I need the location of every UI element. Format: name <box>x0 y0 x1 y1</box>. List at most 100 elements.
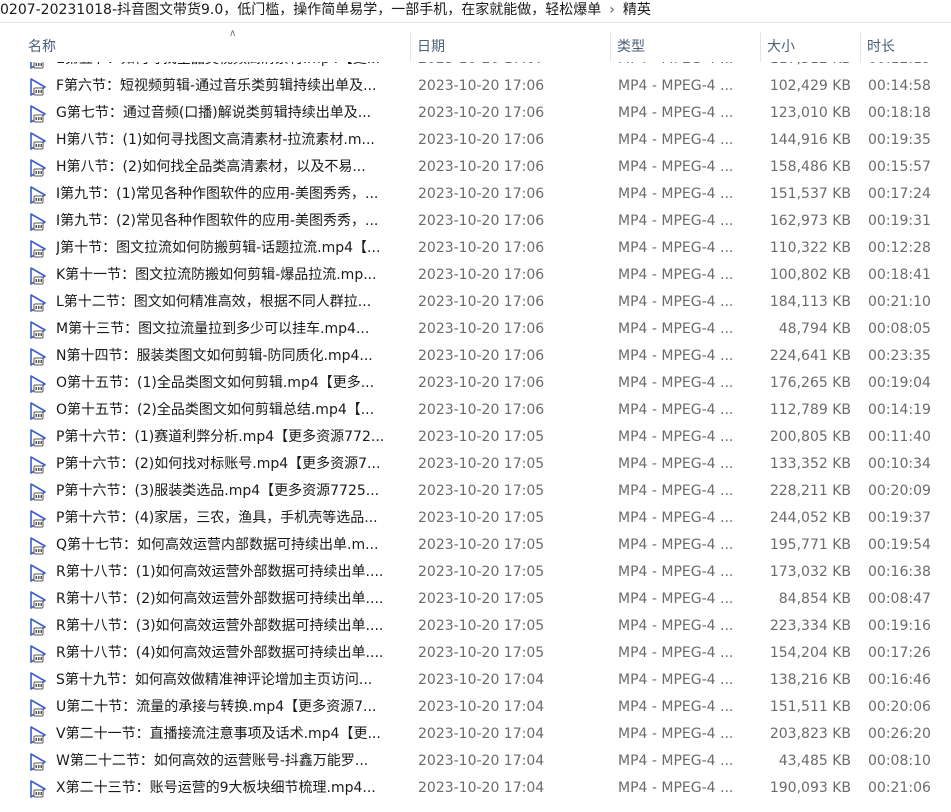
file-row[interactable]: H第八节：(1)如何寻找图文高清素材-拉流素材.m... 2023-10-20 1… <box>0 127 951 154</box>
file-row[interactable]: X第二十三节：账号运营的9大板块细节梳理.mp4... 2023-10-20 17… <box>0 775 951 802</box>
column-header-size[interactable]: 大小 <box>761 32 861 62</box>
file-row[interactable]: W第二十二节：如何高效的运营账号-抖鑫万能罗... 2023-10-20 17:0… <box>0 748 951 775</box>
file-date: 2023-10-20 17:06 <box>418 213 545 229</box>
breadcrumb-folder[interactable]: 0207-20231018-抖音图文带货9.0，低门槛，操作简单易学，一部手机，… <box>0 2 601 18</box>
file-row[interactable]: O第十五节：(1)全品类图文如何剪辑.mp4【更多... 2023-10-20 1… <box>0 370 951 397</box>
file-duration: 00:19:35 <box>868 132 931 148</box>
file-date: 2023-10-20 17:06 <box>418 186 545 202</box>
file-row[interactable]: Q第十七节：如何高效运营内部数据可持续出单.m... 2023-10-20 17:… <box>0 532 951 559</box>
file-row[interactable]: L第十二节：图文如何精准高效，根据不同人群拉... 2023-10-20 17:0… <box>0 289 951 316</box>
file-duration: 00:11:40 <box>868 429 931 445</box>
file-duration: 00:20:06 <box>868 699 931 715</box>
file-size: 203,823 KB <box>769 726 851 742</box>
file-size: 151,511 KB <box>769 699 851 715</box>
file-row[interactable]: R第十八节：(4)如何高效运营外部数据可持续出单.... 2023-10-20 1… <box>0 640 951 667</box>
file-name: R第十八节：(1)如何高效运营外部数据可持续出单.... <box>56 564 384 580</box>
file-row[interactable]: R第十八节：(1)如何高效运营外部数据可持续出单.... 2023-10-20 1… <box>0 559 951 586</box>
file-row[interactable]: E第五节：如何寻找全品类视频高清素材.mp4【更... 2023-10-20 17… <box>0 62 951 73</box>
file-date: 2023-10-20 17:05 <box>418 618 545 634</box>
video-file-icon <box>29 510 47 528</box>
column-header-name[interactable]: ∧ 名称 <box>22 28 411 62</box>
file-duration: 00:21:10 <box>868 294 931 310</box>
video-file-icon <box>29 699 47 717</box>
file-duration: 00:19:37 <box>868 510 931 526</box>
file-name: F第六节：短视频剪辑-通过音乐类剪辑持续出单及... <box>56 78 377 94</box>
file-date: 2023-10-20 17:06 <box>418 267 545 283</box>
file-size: 154,204 KB <box>769 645 851 661</box>
file-type: MP4 - MPEG-4 ... <box>618 402 734 418</box>
file-duration: 00:18:18 <box>868 105 931 121</box>
file-date: 2023-10-20 17:05 <box>418 591 545 607</box>
file-type: MP4 - MPEG-4 ... <box>618 726 734 742</box>
file-row[interactable]: V第二十一节：直播接流注意事项及话术.mp4【更... 2023-10-20 17… <box>0 721 951 748</box>
file-size: 84,854 KB <box>778 591 851 607</box>
file-name: I第九节：(1)常见各种作图软件的应用-美图秀秀，... <box>56 186 379 202</box>
file-type: MP4 - MPEG-4 ... <box>618 375 734 391</box>
column-header-duration[interactable]: 时长 <box>861 32 951 62</box>
file-duration: 00:19:54 <box>868 537 931 553</box>
file-date: 2023-10-20 17:05 <box>418 510 545 526</box>
video-file-icon <box>29 780 47 798</box>
file-type: MP4 - MPEG-4 ... <box>618 672 734 688</box>
file-date: 2023-10-20 17:05 <box>418 564 545 580</box>
file-row[interactable]: F第六节：短视频剪辑-通过音乐类剪辑持续出单及... 2023-10-20 17:… <box>0 73 951 100</box>
toolbar-divider <box>0 22 951 23</box>
file-type: MP4 - MPEG-4 ... <box>618 699 734 715</box>
file-row[interactable]: O第十五节：(2)全品类图文如何剪辑总结.mp4【... 2023-10-20 1… <box>0 397 951 424</box>
video-file-icon <box>29 321 47 339</box>
file-row[interactable]: I第九节：(1)常见各种作图软件的应用-美图秀秀，... 2023-10-20 1… <box>0 181 951 208</box>
breadcrumb-current[interactable]: 精英 <box>623 2 651 18</box>
column-header: ∧ 名称 日期 类型 大小 时长 <box>0 28 951 62</box>
file-row[interactable]: P第十六节：(1)赛道利弊分析.mp4【更多资源772... 2023-10-20… <box>0 424 951 451</box>
file-size: 48,794 KB <box>778 321 851 337</box>
file-row[interactable]: P第十六节：(2)如何找对标账号.mp4【更多资源7... 2023-10-20 … <box>0 451 951 478</box>
file-date: 2023-10-20 17:04 <box>418 672 545 688</box>
file-row[interactable]: H第八节：(2)如何找全品类高清素材，以及不易... 2023-10-20 17:… <box>0 154 951 181</box>
file-type: MP4 - MPEG-4 ... <box>618 240 734 256</box>
file-row[interactable]: P第十六节：(3)服装类选品.mp4【更多资源7725... 2023-10-20… <box>0 478 951 505</box>
file-duration: 00:14:58 <box>868 78 931 94</box>
file-type: MP4 - MPEG-4 ... <box>618 429 734 445</box>
file-size: 117,312 KB <box>762 62 851 73</box>
file-row[interactable]: M第十三节：图文拉流量拉到多少可以挂车.mp4... 2023-10-20 17:… <box>0 316 951 343</box>
file-date: 2023-10-20 17:06 <box>418 78 545 94</box>
column-header-date[interactable]: 日期 <box>411 32 611 62</box>
file-type: MP4 - MPEG-4 ... <box>618 537 734 553</box>
file-duration: 00:12:28 <box>868 240 931 256</box>
file-row[interactable]: K第十一节：图文拉流防搬如何剪辑-爆品拉流.mp... 2023-10-20 17… <box>0 262 951 289</box>
file-row[interactable]: R第十八节：(2)如何高效运营外部数据可持续出单.... 2023-10-20 1… <box>0 586 951 613</box>
video-file-icon <box>29 564 47 582</box>
file-row[interactable]: J第十节：图文拉流如何防搬剪辑-话题拉流.mp4【... 2023-10-20 1… <box>0 235 951 262</box>
file-type: MP4 - MPEG-4 ... <box>618 564 734 580</box>
file-type: MP4 - MPEG-4 ... <box>618 105 734 121</box>
file-name: O第十五节：(2)全品类图文如何剪辑总结.mp4【... <box>56 402 375 418</box>
video-file-icon <box>29 402 47 420</box>
file-list[interactable]: E第五节：如何寻找全品类视频高清素材.mp4【更... 2023-10-20 17… <box>0 62 951 812</box>
file-size: 223,334 KB <box>769 618 851 634</box>
file-duration: 00:17:24 <box>868 186 931 202</box>
sort-ascending-icon: ∧ <box>229 28 237 39</box>
file-row[interactable]: G第七节：通过音频(口播)解说类剪辑持续出单及... 2023-10-20 17:… <box>0 100 951 127</box>
file-row[interactable]: S第十九节：如何高效做精准神评论增加主页访问... 2023-10-20 17:0… <box>0 667 951 694</box>
file-type: MP4 - MPEG-4 ... <box>618 294 734 310</box>
column-header-name-label: 名称 <box>28 39 56 55</box>
file-duration: 00:19:16 <box>868 618 931 634</box>
video-file-icon <box>29 159 47 177</box>
file-type: MP4 - MPEG-4 ... <box>618 510 734 526</box>
file-row[interactable]: P第十六节：(4)家居，三农，渔具，手机壳等选品... 2023-10-20 17… <box>0 505 951 532</box>
file-type: MP4 - MPEG-4 ... <box>618 780 734 796</box>
file-size: 176,265 KB <box>769 375 851 391</box>
file-duration: 00:08:47 <box>868 591 931 607</box>
column-header-type[interactable]: 类型 <box>611 32 761 62</box>
video-file-icon <box>29 726 47 744</box>
file-date: 2023-10-20 17:06 <box>418 105 545 121</box>
file-row[interactable]: U第二十节：流量的承接与转换.mp4【更多资源7... 2023-10-20 17… <box>0 694 951 721</box>
video-file-icon <box>29 213 47 231</box>
file-row[interactable]: R第十八节：(3)如何高效运营外部数据可持续出单.... 2023-10-20 1… <box>0 613 951 640</box>
file-row[interactable]: N第十四节：服装类图文如何剪辑-防同质化.mp4... 2023-10-20 17… <box>0 343 951 370</box>
file-date: 2023-10-20 17:06 <box>418 402 545 418</box>
file-row[interactable]: I第九节：(2)常见各种作图软件的应用-美图秀秀，... 2023-10-20 1… <box>0 208 951 235</box>
file-type: MP4 - MPEG-4 ... <box>618 483 734 499</box>
file-duration: 00:23:35 <box>868 348 931 364</box>
file-name: H第八节：(1)如何寻找图文高清素材-拉流素材.m... <box>56 132 375 148</box>
